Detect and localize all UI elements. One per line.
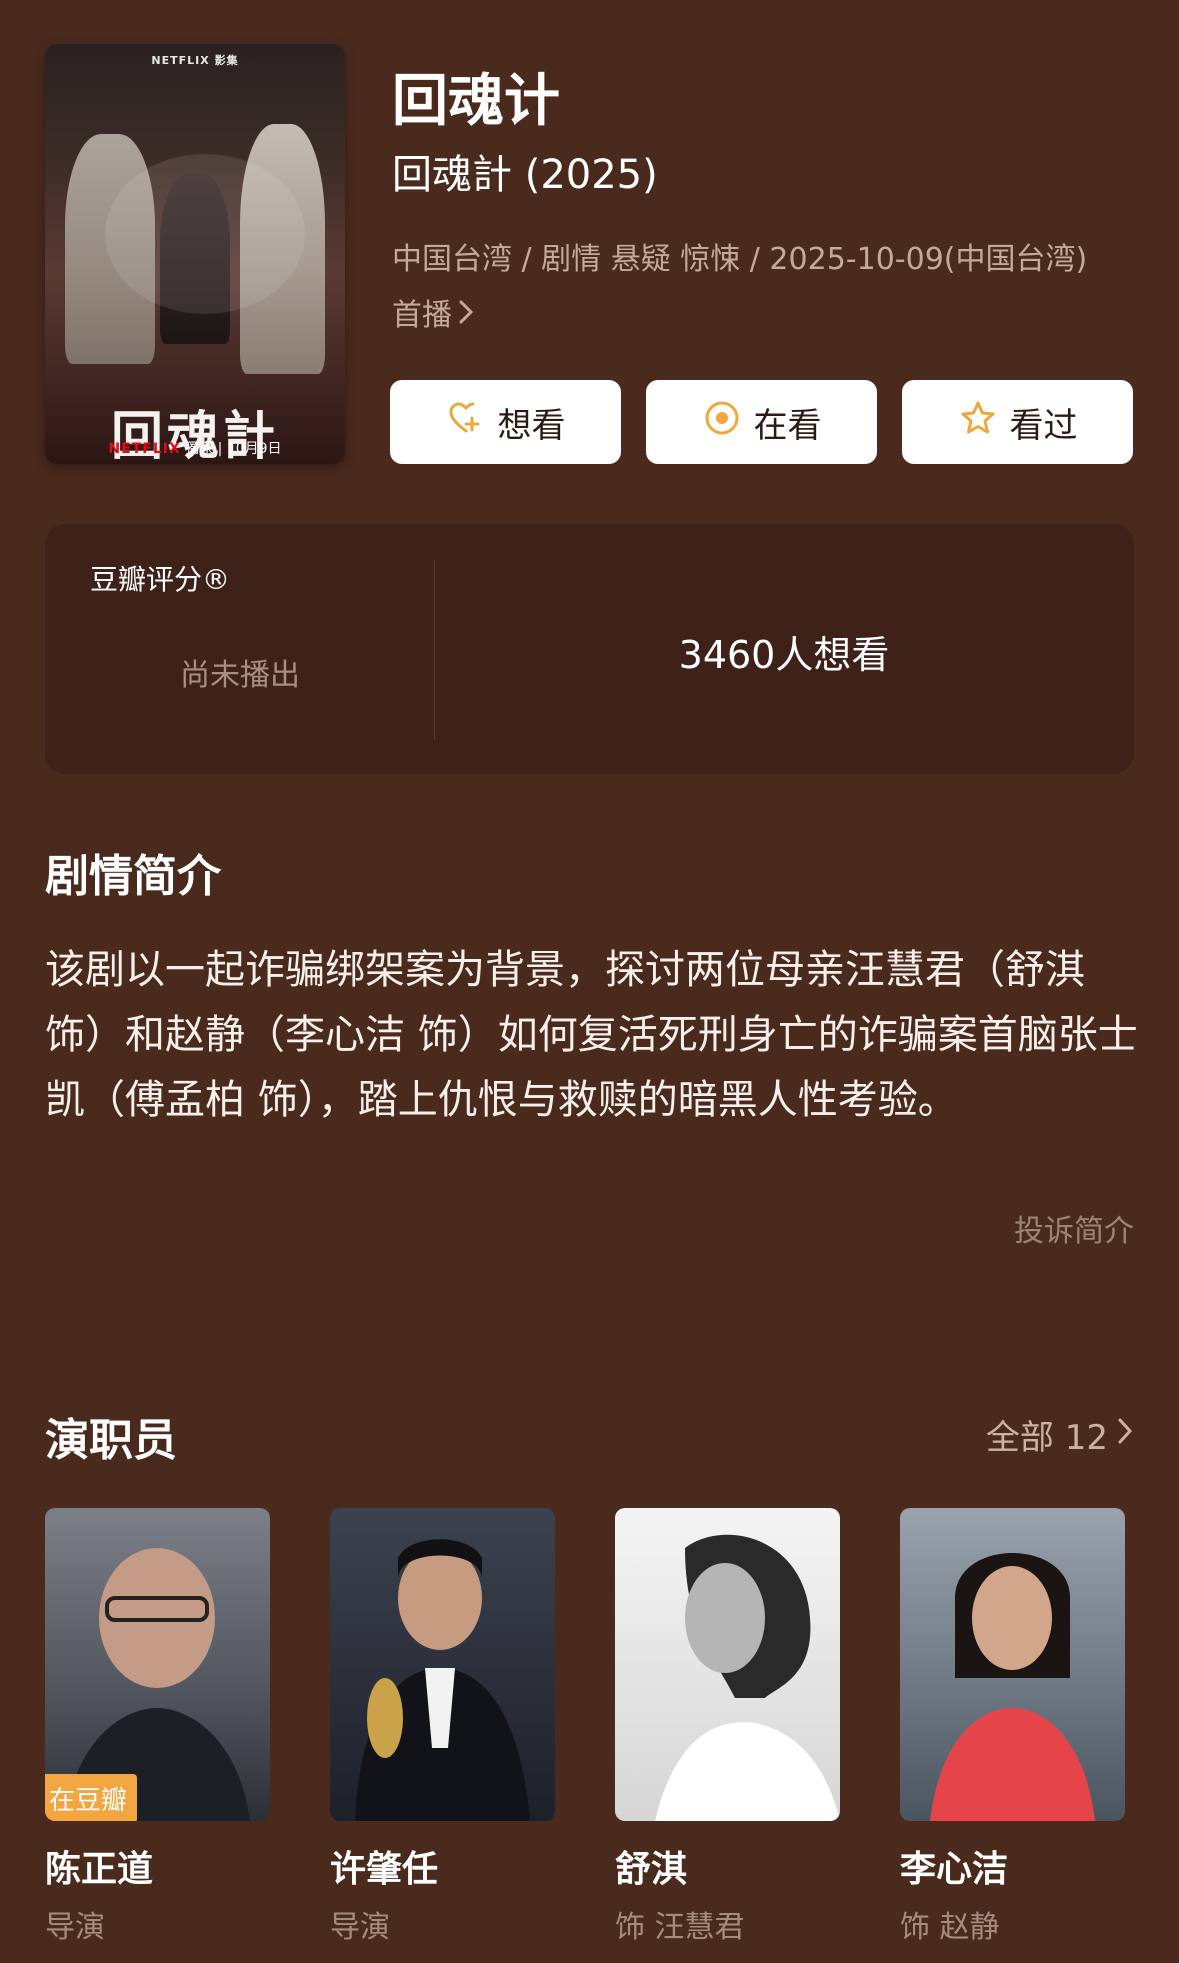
- chevron-right-icon: [1116, 1415, 1134, 1455]
- portrait-silhouette-icon: [930, 1553, 1095, 1821]
- report-synopsis-link[interactable]: 投诉简介: [1014, 1206, 1134, 1250]
- meta-info-link[interactable]: 中国台湾 / 剧情 悬疑 惊悚 / 2025-10-09(中国台湾) 首播: [392, 232, 1112, 344]
- cast-photo-4[interactable]: [900, 1508, 1125, 1821]
- page-subtitle: 回魂計 (2025): [392, 152, 658, 198]
- chevron-right-icon: [458, 288, 474, 344]
- meta-text: 中国台湾 / 剧情 悬疑 惊悚 / 2025-10-09(中国台湾) 首播: [392, 242, 1088, 333]
- cast-name-3[interactable]: 舒淇: [615, 1840, 687, 1892]
- cast-all-link[interactable]: 全部 12: [986, 1410, 1134, 1459]
- poster-brand-top: NETFLIX 影集: [151, 54, 239, 67]
- poster-date: 10月9日: [226, 441, 282, 457]
- cast-role-1: 导演: [45, 1910, 105, 1945]
- star-icon: [958, 398, 998, 447]
- want-count[interactable]: 3460人想看: [434, 624, 1134, 679]
- cast-photo-2[interactable]: [330, 1508, 555, 1821]
- poster-bottomline: NETFLIX 獨家 | 10月9日: [108, 441, 282, 457]
- watched-button[interactable]: 看过: [902, 380, 1133, 464]
- page-title: 回魂计: [392, 69, 560, 134]
- cast-role-2: 导演: [330, 1910, 390, 1945]
- cast-photo-3[interactable]: [615, 1508, 840, 1821]
- poster-veil: [105, 154, 305, 314]
- cast-name-1[interactable]: 陈正道: [45, 1840, 153, 1892]
- cast-name-4[interactable]: 李心洁: [900, 1840, 1008, 1892]
- cast-name-2[interactable]: 许肇任: [330, 1840, 438, 1892]
- watching-label: 在看: [753, 405, 822, 446]
- cast-role-4: 饰 赵静: [900, 1910, 1000, 1945]
- cast-all-label: 全部 12: [985, 1418, 1108, 1458]
- poster-exclusive: 獨家: [185, 441, 214, 457]
- target-icon: [702, 398, 742, 447]
- portrait-silhouette-icon: [355, 1539, 530, 1821]
- cast-photo-1[interactable]: 在豆瓣: [45, 1508, 270, 1821]
- rating-status: 尚未播出: [180, 658, 300, 693]
- rating-label: 豆瓣评分®: [90, 563, 231, 596]
- synopsis-title: 剧情简介: [45, 851, 221, 902]
- watching-button[interactable]: 在看: [646, 380, 877, 464]
- douban-badge: 在豆瓣: [45, 1774, 138, 1821]
- cast-role-3: 饰 汪慧君: [615, 1910, 745, 1945]
- heart-plus-icon: [446, 398, 486, 447]
- want-to-watch-button[interactable]: 想看: [390, 380, 621, 464]
- poster-image[interactable]: NETFLIX 影集 回魂計 NETFLIX 獨家 | 10月9日: [45, 44, 345, 464]
- want-to-watch-label: 想看: [497, 405, 566, 446]
- portrait-silhouette-icon: [655, 1534, 840, 1821]
- watched-label: 看过: [1009, 405, 1078, 446]
- poster-netflix-logo: NETFLIX: [108, 441, 181, 457]
- synopsis-text[interactable]: 该剧以一起诈骗绑架案为背景，探讨两位母亲汪慧君（舒淇 饰）和赵静（李心洁 饰）如…: [45, 938, 1145, 1133]
- cast-section-title: 演职员: [45, 1415, 177, 1466]
